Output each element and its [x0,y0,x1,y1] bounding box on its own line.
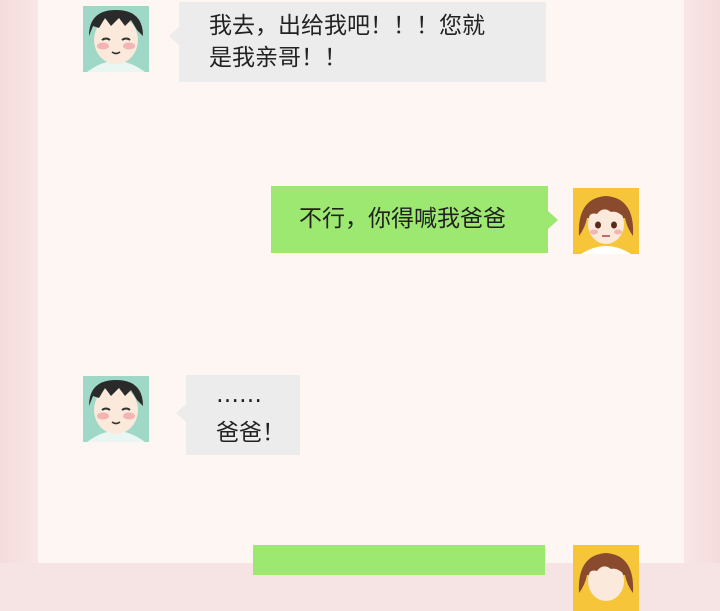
girl-avatar-icon [573,545,639,611]
girl-avatar-icon [573,188,639,254]
chat-panel: 我去，出给我吧！！！您就 是我亲哥！！ 不行，你得喊我爸爸 …… 爸爸！ [38,0,684,611]
message-bubble-1: 我去，出给我吧！！！您就 是我亲哥！！ [179,2,546,82]
boy-avatar-icon [83,6,149,72]
message-line: 我去，出给我吧！！！您就 [209,13,485,39]
bubble-tail [169,27,179,45]
message-line: 是我亲哥！！ [209,45,347,71]
bubble-tail [548,211,558,229]
message-bubble-2: 不行，你得喊我爸爸 [271,186,548,253]
message-line: …… [216,382,262,408]
message-line: 爸爸！ [216,420,285,446]
boy-avatar-icon [83,376,149,442]
message-line: 不行，你得喊我爸爸 [299,206,506,232]
message-bubble-4 [253,545,545,575]
bubble-tail [176,404,186,422]
left-border-decoration [0,0,38,563]
right-border-decoration [684,0,720,563]
message-bubble-3: …… 爸爸！ [186,375,300,455]
